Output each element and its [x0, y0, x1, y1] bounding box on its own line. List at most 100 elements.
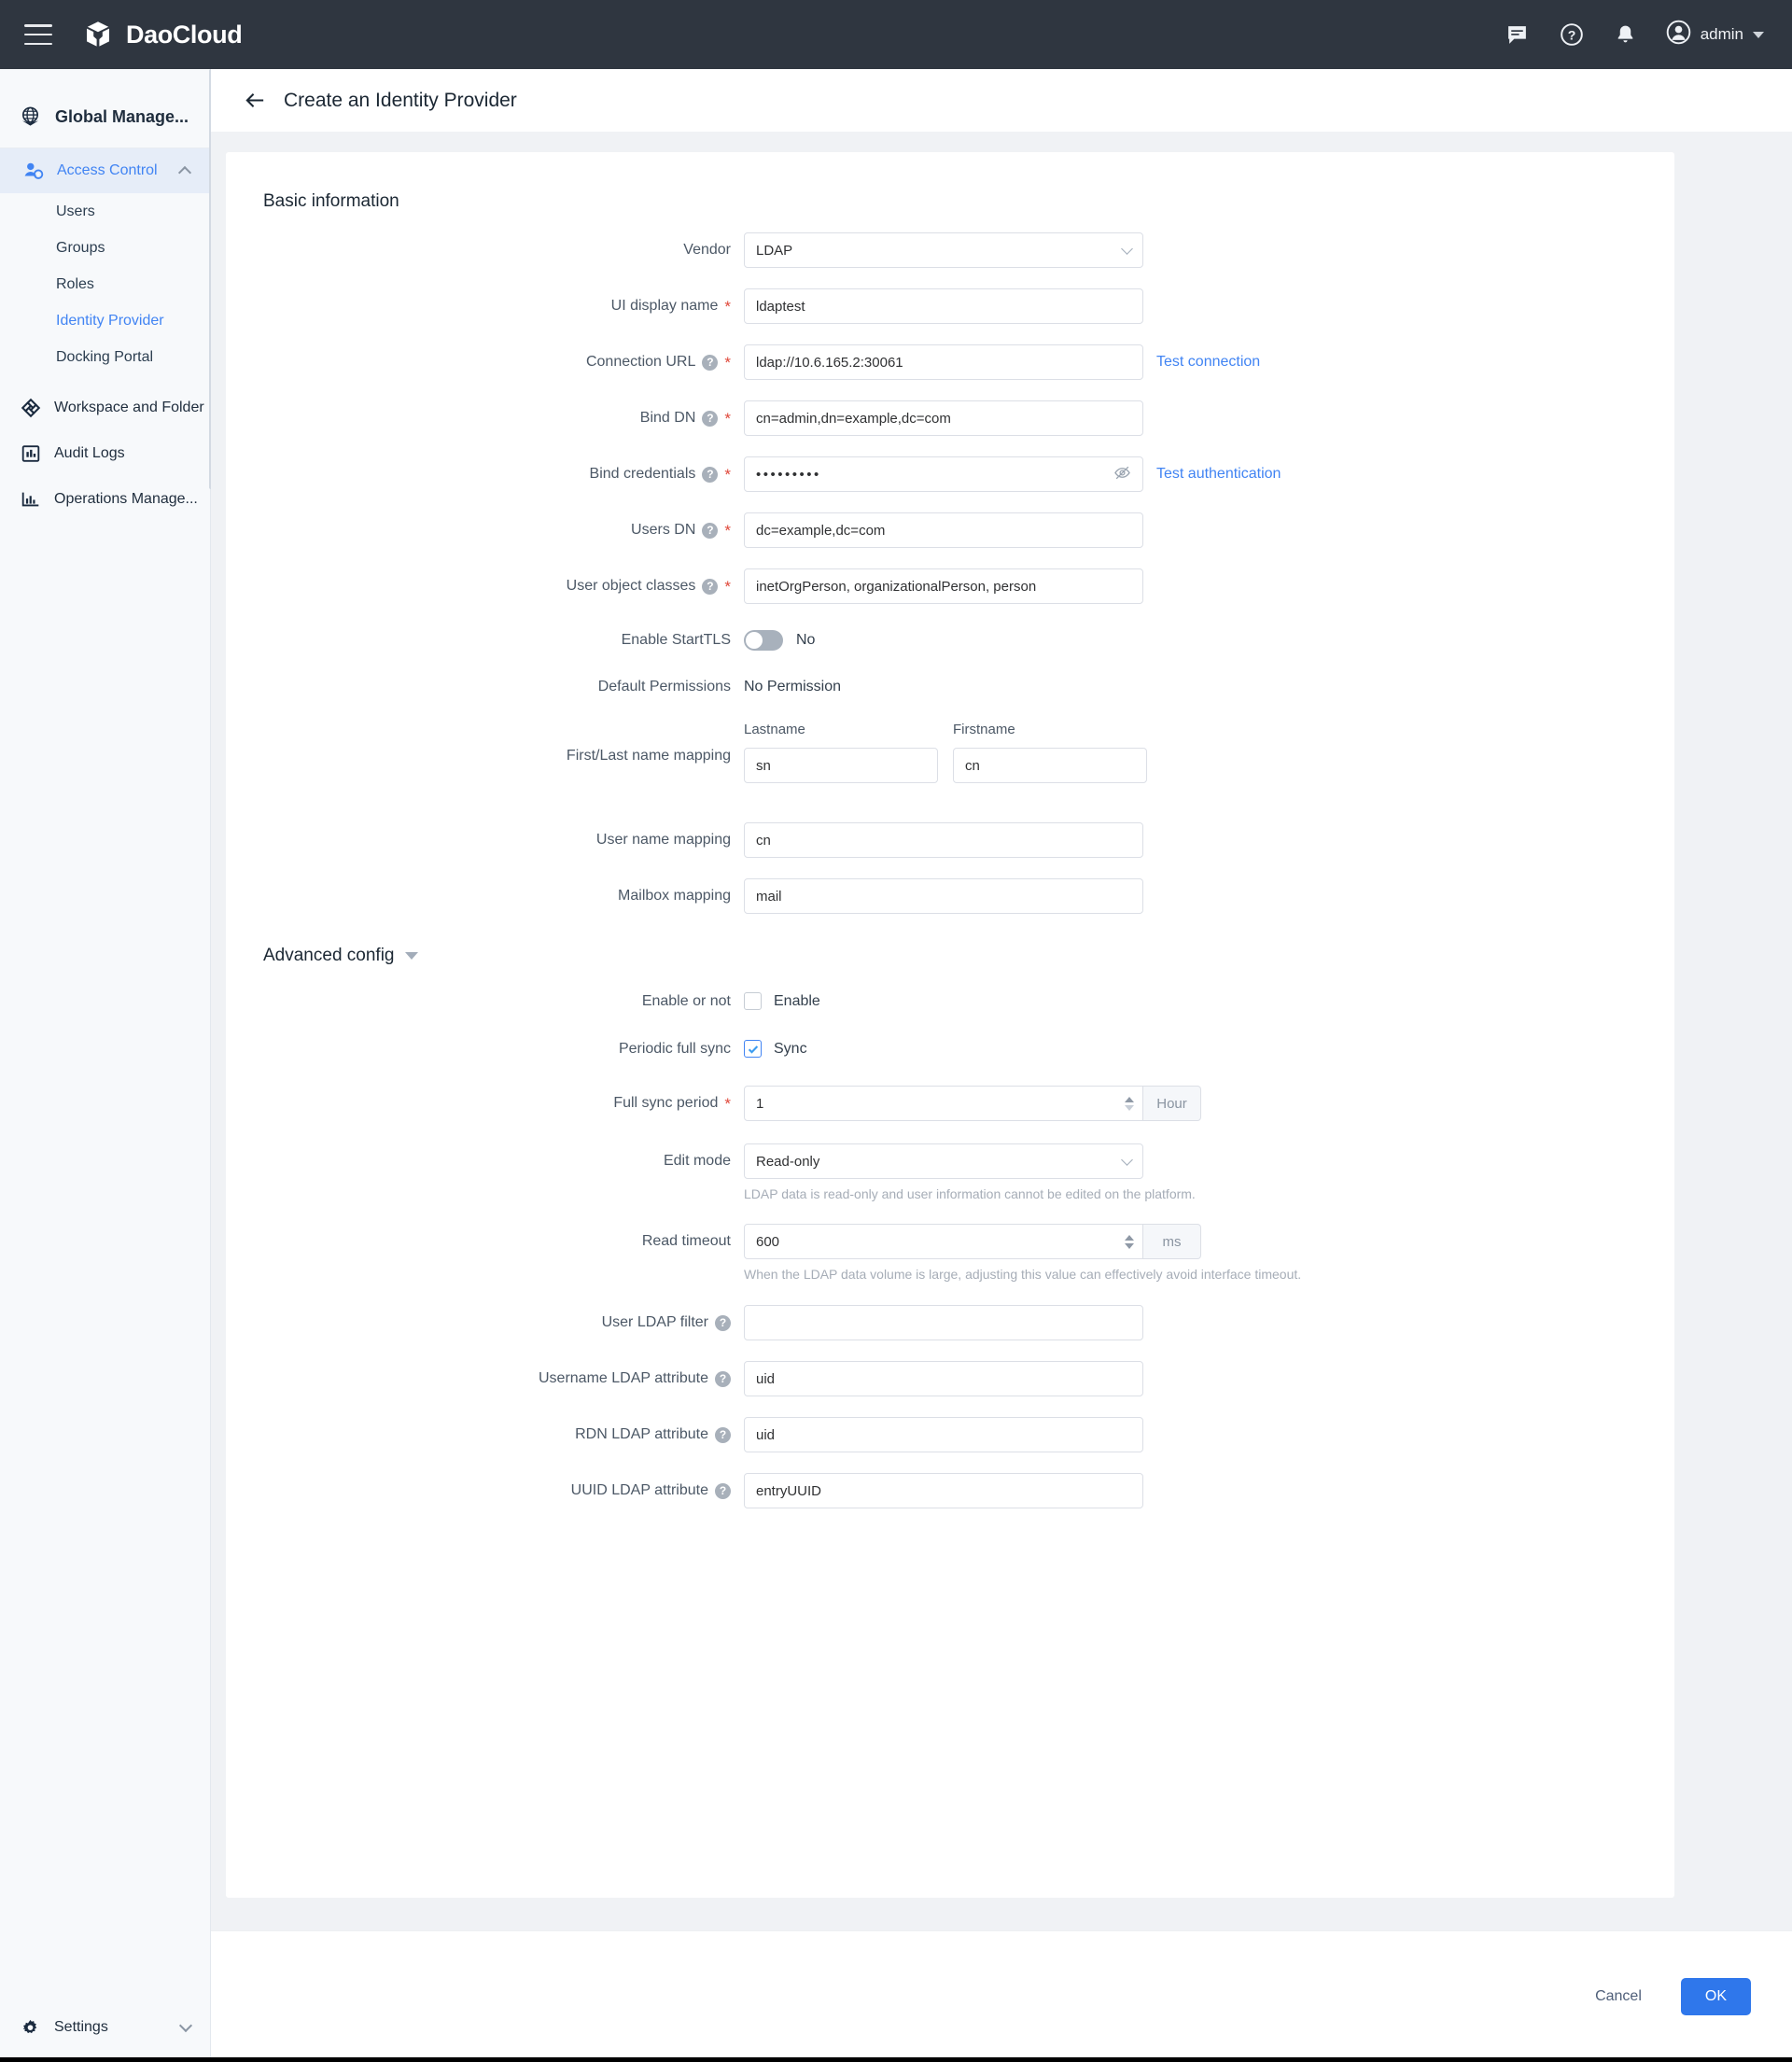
starttls-toggle[interactable]: [744, 630, 783, 651]
ui-display-name-label: UI display name *: [610, 297, 731, 316]
avatar: [1666, 20, 1691, 49]
help-icon[interactable]: ?: [715, 1370, 731, 1387]
periodic-full-sync-label: Periodic full sync: [618, 1040, 731, 1057]
user-ldap-filter-input[interactable]: [744, 1305, 1143, 1340]
help-icon[interactable]: ?: [702, 466, 719, 483]
field-row-full-sync-period: Full sync period * 1 Hour: [226, 1086, 1674, 1121]
required-marker: *: [724, 465, 731, 484]
connection-url-input[interactable]: ldap://10.6.165.2:30061: [744, 344, 1143, 380]
field-row-ui-display-name: UI display name * ldaptest: [226, 288, 1674, 324]
user-menu[interactable]: admin: [1666, 20, 1764, 49]
daocloud-logo-icon: [82, 19, 114, 50]
firstname-input[interactable]: cn: [953, 748, 1147, 783]
help-icon[interactable]: ?: [715, 1426, 731, 1443]
ok-button[interactable]: OK: [1680, 1978, 1751, 2015]
help-icon[interactable]: ?: [1558, 21, 1586, 49]
bell-icon[interactable]: [1612, 21, 1640, 49]
enable-checkbox[interactable]: [744, 992, 762, 1010]
username-ldap-attribute-value: uid: [756, 1370, 776, 1387]
users-dn-input[interactable]: dc=example,dc=com: [744, 512, 1143, 548]
lastname-input[interactable]: sn: [744, 748, 938, 783]
user-ldap-filter-label: User LDAP filter ?: [226, 1314, 744, 1331]
field-row-uuid-ldap-attribute: UUID LDAP attribute ? entryUUID: [226, 1473, 1674, 1508]
topbar-actions: ? admin: [1504, 20, 1764, 49]
user-name-mapping-label: User name mapping: [595, 832, 731, 848]
advanced-config-toggle[interactable]: Advanced config: [263, 946, 1674, 966]
chevron-down-icon: [178, 2018, 193, 2033]
uuid-ldap-attribute-input[interactable]: entryUUID: [744, 1473, 1143, 1508]
spinner-control[interactable]: [1120, 1234, 1139, 1249]
sidebar-item-audit-logs[interactable]: Audit Logs: [0, 430, 210, 476]
spinner-up-icon[interactable]: [1125, 1096, 1134, 1102]
connection-url-label: Connection URL ? *: [585, 353, 731, 372]
read-timeout-value: 600: [756, 1233, 780, 1250]
lastname-value: sn: [756, 757, 771, 774]
user-object-classes-label: User object classes ? *: [566, 577, 731, 596]
lastname-column: Lastname sn: [744, 722, 938, 783]
bind-credentials-value: •••••••••: [756, 466, 821, 483]
sidebar-item-docking-portal[interactable]: Docking Portal: [0, 339, 210, 375]
sidebar-item-roles[interactable]: Roles: [0, 266, 210, 302]
form-footer: Cancel OK: [211, 1930, 1792, 2062]
user-name-mapping-input[interactable]: cn: [744, 822, 1143, 858]
hamburger-icon[interactable]: [24, 24, 52, 45]
sidebar-item-label: Roles: [56, 275, 94, 292]
bind-credentials-input[interactable]: •••••••••: [744, 456, 1143, 492]
sync-checkbox[interactable]: [744, 1040, 762, 1058]
test-authentication-link[interactable]: Test authentication: [1156, 466, 1281, 483]
svg-text:?: ?: [1567, 27, 1575, 42]
sidebar-item-users[interactable]: Users: [0, 193, 210, 230]
field-row-user-ldap-filter: User LDAP filter ?: [226, 1305, 1674, 1340]
spinner-down-icon[interactable]: [1125, 1242, 1134, 1249]
full-sync-period-input[interactable]: 1: [744, 1086, 1143, 1121]
sidebar-item-operations-manage[interactable]: Operations Manage...: [0, 476, 210, 522]
ui-display-name-input[interactable]: ldaptest: [744, 288, 1143, 324]
back-arrow-icon[interactable]: [243, 89, 267, 113]
field-row-read-timeout: Read timeout 600 ms: [226, 1224, 1674, 1259]
username-ldap-attribute-label: Username LDAP attribute ?: [226, 1370, 744, 1387]
form-card: Basic information Vendor LDAP UI display…: [226, 152, 1674, 1898]
field-row-connection-url: Connection URL ? * ldap://10.6.165.2:300…: [226, 344, 1674, 380]
workspace-header[interactable]: Global Manage...: [0, 86, 210, 148]
user-object-classes-input[interactable]: inetOrgPerson, organizationalPerson, per…: [744, 568, 1143, 604]
page-header: Create an Identity Provider: [211, 69, 1792, 132]
full-sync-period-unit: Hour: [1143, 1086, 1201, 1121]
chevron-down-icon: [1753, 31, 1764, 38]
help-icon[interactable]: ?: [702, 522, 719, 539]
vendor-label: Vendor: [683, 242, 731, 258]
edit-mode-hint-row: LDAP data is read-only and user informat…: [226, 1179, 1674, 1201]
help-icon[interactable]: ?: [702, 410, 719, 427]
test-connection-link[interactable]: Test connection: [1156, 354, 1260, 371]
edit-mode-value: Read-only: [756, 1153, 820, 1170]
read-timeout-input[interactable]: 600: [744, 1224, 1143, 1259]
vendor-select[interactable]: LDAP: [744, 232, 1143, 268]
username-ldap-attribute-input[interactable]: uid: [744, 1361, 1143, 1396]
sidebar-item-groups[interactable]: Groups: [0, 230, 210, 266]
read-timeout-hint: When the LDAP data volume is large, adju…: [744, 1267, 1302, 1282]
sidebar-group-access-control[interactable]: Access Control: [0, 148, 210, 193]
vendor-value: LDAP: [756, 242, 793, 259]
brand: DaoCloud: [82, 19, 243, 50]
name-mapping-label: First/Last name mapping: [566, 748, 731, 764]
rdn-ldap-attribute-input[interactable]: uid: [744, 1417, 1143, 1452]
field-row-enable-starttls: Enable StartTLS No: [226, 630, 1674, 651]
spinner-control[interactable]: [1120, 1096, 1139, 1111]
cancel-button[interactable]: Cancel: [1584, 1980, 1653, 2013]
mailbox-mapping-input[interactable]: mail: [744, 878, 1143, 914]
eye-off-icon[interactable]: [1113, 464, 1131, 485]
sidebar-item-settings[interactable]: Settings: [0, 1993, 211, 2062]
help-icon[interactable]: ?: [702, 354, 719, 371]
edit-mode-select[interactable]: Read-only: [744, 1143, 1143, 1179]
sidebar-item-workspace-and-folder[interactable]: Workspace and Folder: [0, 385, 210, 430]
help-icon[interactable]: ?: [702, 578, 719, 595]
bind-dn-input[interactable]: cn=admin,dn=example,dc=com: [744, 400, 1143, 436]
help-icon[interactable]: ?: [715, 1482, 731, 1499]
sidebar-item-label: Docking Portal: [56, 348, 154, 365]
chat-icon[interactable]: [1504, 21, 1532, 49]
triangle-down-icon: [404, 952, 418, 960]
sidebar-item-identity-provider[interactable]: Identity Provider: [0, 302, 210, 339]
spinner-up-icon[interactable]: [1125, 1234, 1134, 1241]
spinner-down-icon[interactable]: [1125, 1104, 1134, 1111]
help-icon[interactable]: ?: [715, 1314, 731, 1331]
gear-icon: [19, 2016, 42, 2040]
